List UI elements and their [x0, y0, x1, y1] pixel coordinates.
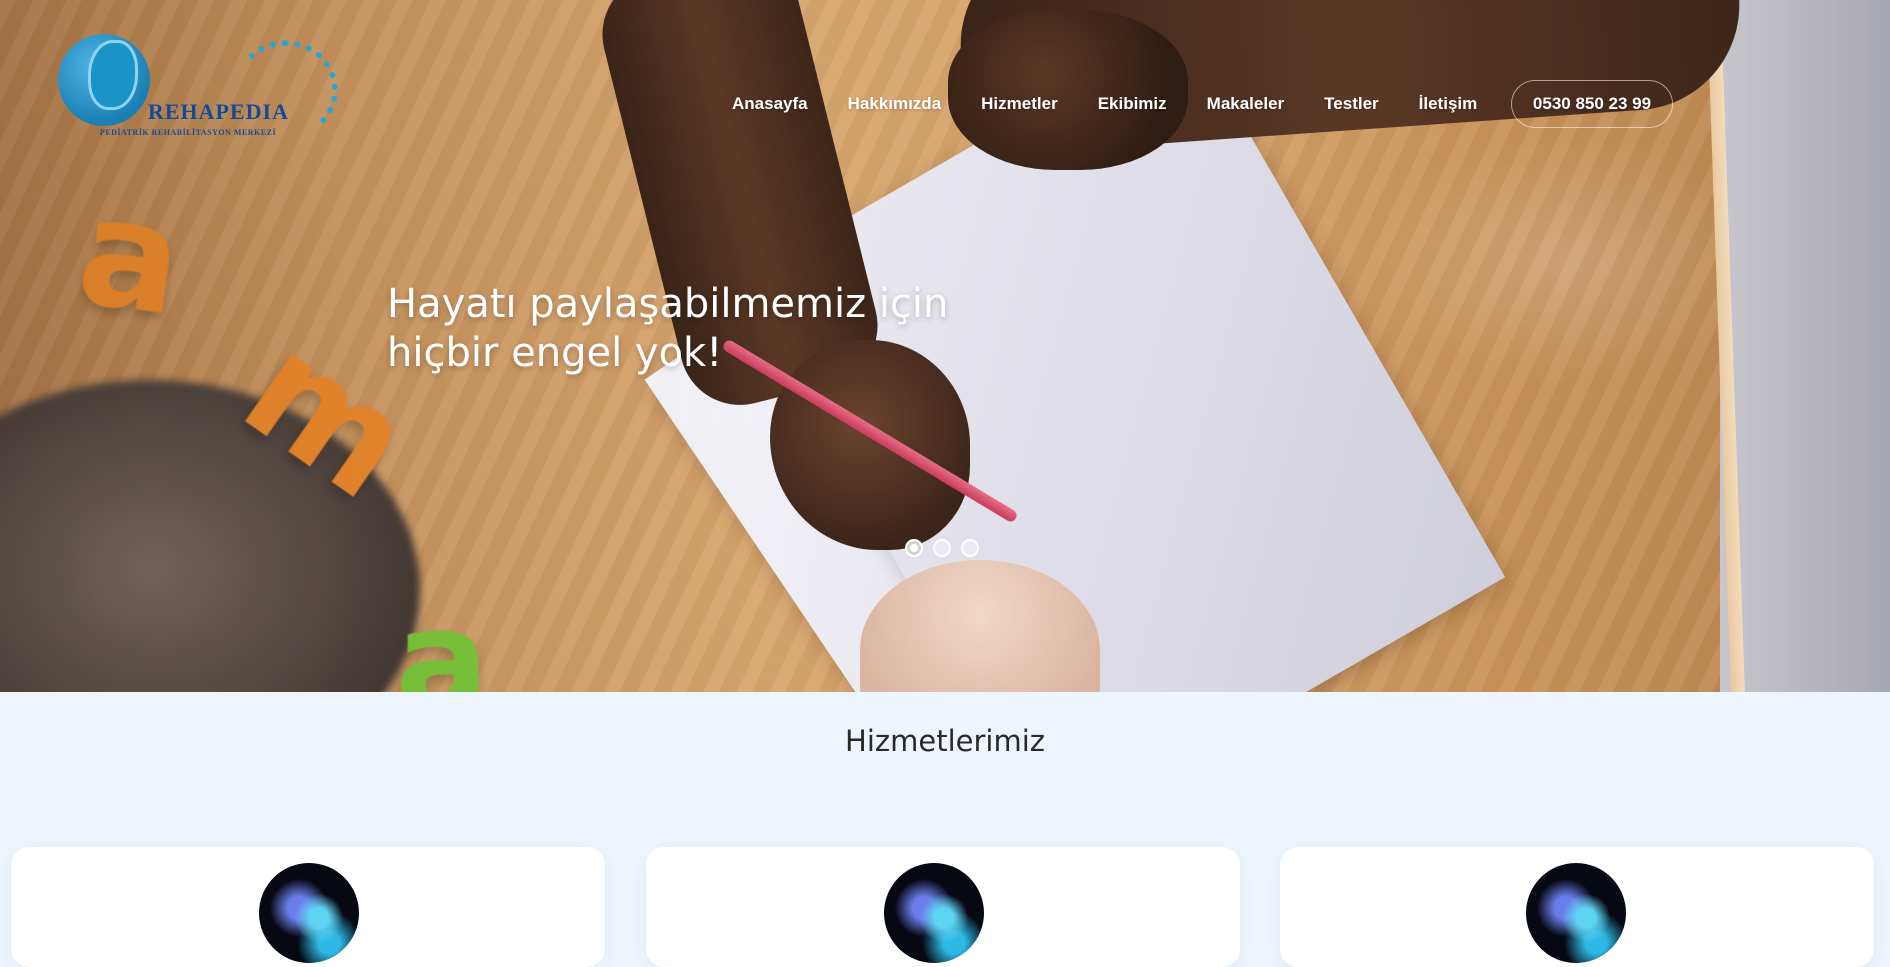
service-card[interactable] — [646, 847, 1240, 967]
nav-item-testler[interactable]: Testler — [1324, 94, 1379, 114]
services-section: Hizmetlerimiz — [0, 692, 1890, 967]
service-image-icon — [884, 863, 984, 963]
service-image-icon — [259, 863, 359, 963]
services-title: Hizmetlerimiz — [845, 724, 1045, 758]
logo-brand-text: REHAPEDIA — [148, 99, 290, 124]
phone-button[interactable]: 0530 850 23 99 — [1511, 80, 1673, 128]
slider-dot-2[interactable] — [933, 539, 951, 557]
nav-item-makaleler[interactable]: Makaleler — [1207, 94, 1285, 114]
service-card[interactable] — [1280, 847, 1874, 967]
hero-slider: a m a REHAPEDIA PEDİATRİK REHABİLİTASYON… — [0, 0, 1890, 692]
main-nav: Anasayfa Hakkımızda Hizmetler Ekibimiz M… — [732, 80, 1499, 128]
hero-title-line2: hiçbir engel yok! — [387, 330, 723, 376]
hero-title: Hayatı paylaşabilmemiz için hiçbir engel… — [387, 280, 987, 378]
nav-item-hizmetler[interactable]: Hizmetler — [981, 94, 1058, 114]
site-logo[interactable]: REHAPEDIA PEDİATRİK REHABİLİTASYON MERKE… — [58, 32, 338, 157]
hero-title-line1: Hayatı paylaşabilmemiz için — [387, 281, 949, 327]
service-image-icon — [1526, 863, 1626, 963]
slider-dot-1[interactable] — [905, 539, 923, 557]
dotted-arc-icon — [233, 40, 338, 140]
nav-item-iletisim[interactable]: İletişim — [1419, 94, 1478, 114]
service-card[interactable] — [11, 847, 605, 967]
slider-dots — [905, 539, 979, 557]
logo-subtitle: PEDİATRİK REHABİLİTASYON MERKEZİ — [99, 128, 277, 137]
face-silhouette-icon — [88, 40, 138, 110]
slider-dot-3[interactable] — [961, 539, 979, 557]
nav-item-ekibimiz[interactable]: Ekibimiz — [1098, 94, 1167, 114]
nav-item-anasayfa[interactable]: Anasayfa — [732, 94, 808, 114]
logo-emblem-icon — [58, 34, 150, 126]
nav-item-hakkimizda[interactable]: Hakkımızda — [848, 94, 942, 114]
